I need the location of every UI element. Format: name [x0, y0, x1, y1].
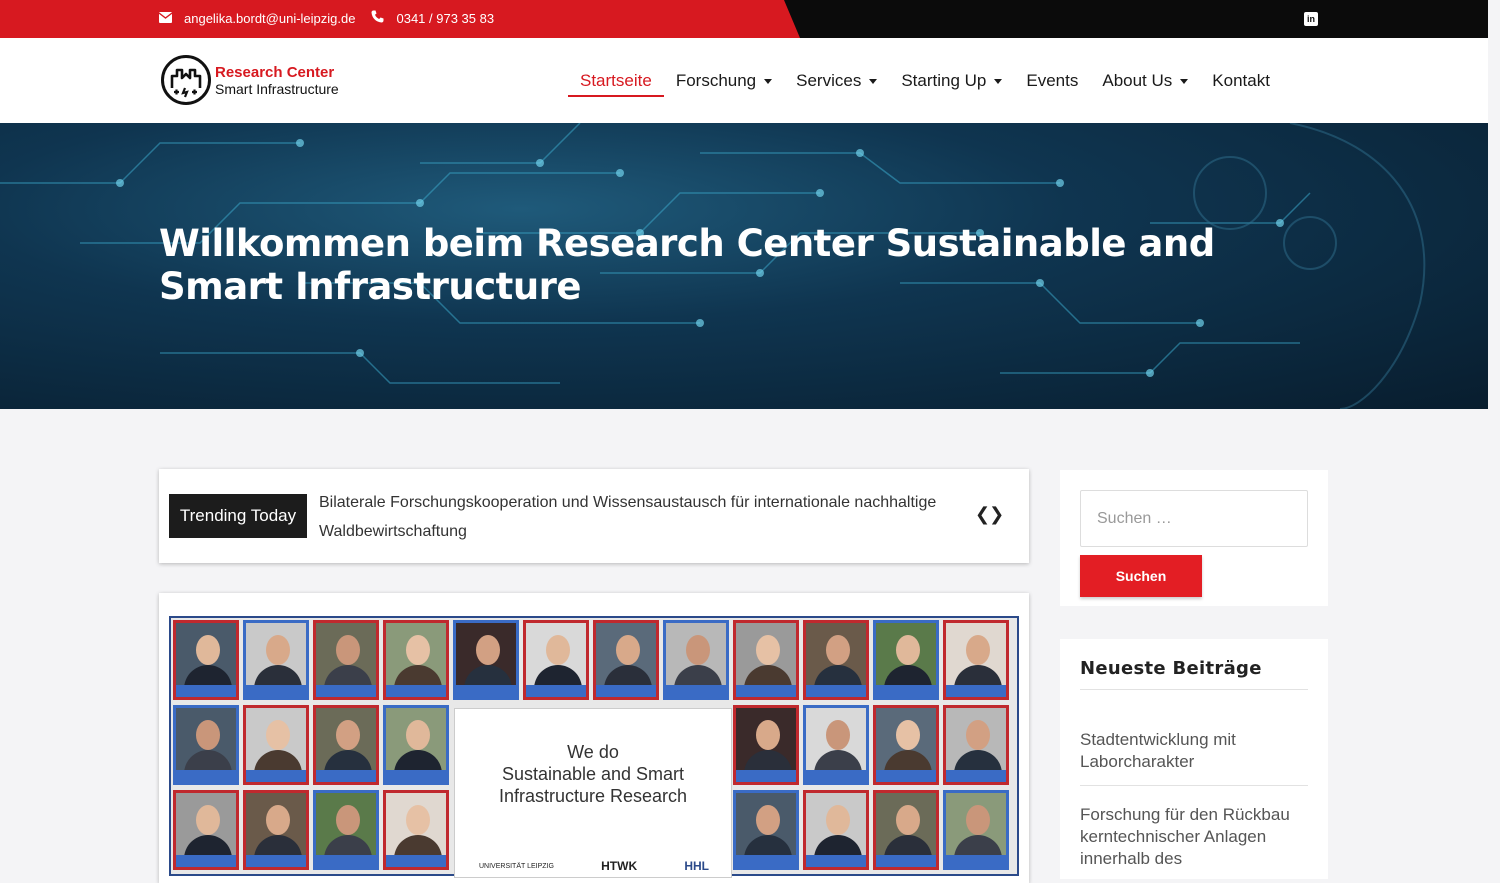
team-member-photo — [873, 705, 939, 785]
recent-post-link[interactable]: Stadtentwicklung mit Laborcharakter — [1080, 729, 1308, 786]
chevron-down-icon — [1180, 78, 1189, 84]
team-member-photo — [943, 620, 1009, 700]
team-member-photo — [523, 620, 589, 700]
nav-item-startseite[interactable]: Startseite — [568, 68, 664, 97]
team-member-photo — [243, 620, 309, 700]
site-header: Research Center Smart Infrastructure Sta… — [0, 38, 1488, 123]
nav-label: Kontakt — [1212, 71, 1270, 90]
hero-title: Willkommen beim Research Center Sustaina… — [159, 222, 1215, 308]
nav-item-services[interactable]: Services — [796, 68, 878, 94]
email-item[interactable]: angelika.bordt@uni-leipzig.de — [158, 11, 355, 26]
nav-item-kontakt[interactable]: Kontakt — [1212, 68, 1270, 94]
main-nav: Startseite Forschung Services Starting U… — [568, 68, 1294, 97]
nav-label: Starting Up — [901, 71, 987, 90]
trending-label: Trending Today — [169, 494, 307, 538]
linkedin-icon[interactable]: in — [1304, 12, 1318, 26]
team-member-photo — [383, 620, 449, 700]
slogan-line-1: We do — [567, 742, 619, 762]
search-button[interactable]: Suchen — [1080, 555, 1202, 597]
search-widget: Suchen — [1060, 470, 1328, 606]
team-member-photo — [453, 620, 519, 700]
team-member-photo — [943, 790, 1009, 870]
collage-slogan: We do Sustainable and Smart Infrastructu… — [455, 741, 731, 807]
team-member-photo — [383, 790, 449, 870]
logo-line-1: Research Center — [215, 63, 335, 81]
team-member-photo — [313, 705, 379, 785]
trending-headline-link[interactable]: Bilaterale Forschungskooperation und Wis… — [319, 488, 979, 546]
team-member-photo — [803, 790, 869, 870]
team-collage: We do Sustainable and Smart Infrastructu… — [169, 616, 1019, 878]
chevron-down-icon — [764, 78, 773, 84]
team-member-photo — [663, 620, 729, 700]
team-member-photo — [313, 790, 379, 870]
team-member-photo — [593, 620, 659, 700]
partner-logo-uni-leipzig: UNIVERSITÄT LEIPZIG — [479, 863, 554, 870]
phone-icon — [371, 10, 384, 26]
team-member-photo — [313, 620, 379, 700]
nav-label: Events — [1026, 71, 1079, 90]
recent-posts-widget: Neueste Beiträge Stadtentwicklung mit La… — [1060, 639, 1328, 879]
nav-label: About Us — [1102, 71, 1173, 90]
team-member-photo — [383, 705, 449, 785]
partner-logo-hhl: HHL — [684, 859, 709, 873]
nav-item-starting-up[interactable]: Starting Up — [901, 68, 1003, 94]
logo-mark-icon — [161, 55, 211, 105]
team-member-photo — [733, 620, 799, 700]
team-member-photo — [173, 620, 239, 700]
collage-center-card: We do Sustainable and Smart Infrastructu… — [454, 708, 732, 878]
team-member-photo — [173, 790, 239, 870]
chevron-down-icon — [869, 78, 878, 84]
featured-post-image[interactable]: We do Sustainable and Smart Infrastructu… — [159, 593, 1029, 883]
team-member-photo — [173, 705, 239, 785]
nav-label: Forschung — [675, 71, 757, 90]
nav-item-forschung[interactable]: Forschung — [675, 68, 773, 94]
nav-item-about-us[interactable]: About Us — [1102, 68, 1189, 94]
team-member-photo — [803, 620, 869, 700]
partner-logos: UNIVERSITÄT LEIPZIG HTWK HHL — [479, 859, 709, 873]
recent-posts-title: Neueste Beiträge — [1080, 658, 1308, 690]
trending-ticker: Trending Today Bilaterale Forschungskoop… — [159, 469, 1029, 563]
recent-post-link[interactable]: Forschung für den Rückbau kerntechnische… — [1080, 804, 1308, 870]
site-logo[interactable]: Research Center Smart Infrastructure — [161, 55, 339, 105]
nav-label: Services — [796, 71, 862, 90]
phone-item[interactable]: 0341 / 973 35 83 — [371, 10, 494, 26]
team-member-photo — [243, 705, 309, 785]
slogan-line-3: Infrastructure Research — [498, 786, 688, 806]
contact-info: angelika.bordt@uni-leipzig.de 0341 / 973… — [158, 10, 510, 26]
ticker-arrows-icon[interactable]: ❮❯ — [975, 504, 1004, 525]
search-input[interactable] — [1080, 490, 1308, 547]
slogan-line-2: Sustainable and Smart — [501, 764, 685, 784]
nav-item-events[interactable]: Events — [1026, 68, 1078, 94]
chevron-down-icon — [994, 78, 1003, 84]
team-member-photo — [243, 790, 309, 870]
hero-banner: Willkommen beim Research Center Sustaina… — [0, 123, 1488, 409]
partner-logo-htwk: HTWK — [601, 859, 638, 873]
team-member-photo — [733, 705, 799, 785]
team-member-photo — [803, 705, 869, 785]
logo-text: Research Center Smart Infrastructure — [215, 64, 339, 97]
team-member-photo — [873, 620, 939, 700]
logo-line-2: Smart Infrastructure — [215, 80, 339, 97]
email-text[interactable]: angelika.bordt@uni-leipzig.de — [184, 11, 355, 26]
envelope-icon — [158, 11, 173, 26]
team-member-photo — [733, 790, 799, 870]
top-bar: angelika.bordt@uni-leipzig.de 0341 / 973… — [0, 0, 1488, 38]
phone-text[interactable]: 0341 / 973 35 83 — [396, 11, 494, 26]
nav-label: Startseite — [580, 71, 652, 90]
ticker-arrows[interactable]: ❮❯ — [975, 504, 1004, 525]
team-member-photo — [943, 705, 1009, 785]
team-member-photo — [873, 790, 939, 870]
